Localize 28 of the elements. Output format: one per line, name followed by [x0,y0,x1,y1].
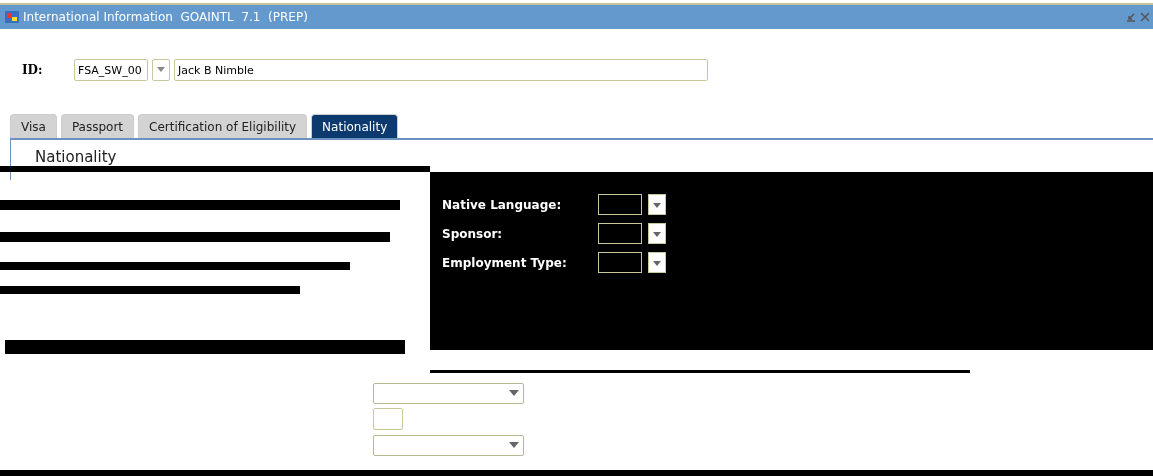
name-field[interactable]: Jack B Nimble [174,59,708,81]
field-label: Native Language: [442,197,563,212]
dropdown-field[interactable] [373,434,524,456]
app-icon [4,9,20,25]
tab[interactable]: Nationality [311,114,399,138]
lookup-button[interactable] [648,223,666,244]
code-field[interactable] [598,194,642,215]
close-icon[interactable] [1140,12,1149,22]
dropdown-arrow-icon [156,66,166,74]
id-label: ID: [22,63,44,77]
section-title: Nationality [35,148,117,166]
minimize-icon[interactable] [1126,12,1136,22]
code-field[interactable] [598,223,642,244]
lookup-button[interactable] [648,194,666,215]
window-title: International Information GOAINTL 7.1 (PREP) [23,10,309,24]
tab[interactable]: Certification of Eligibility [138,114,308,138]
field-label: Employment Type: [442,255,568,270]
dropdown-arrow-icon [509,441,519,449]
id-field[interactable]: FSA_SW_00 [74,59,148,81]
code-field[interactable] [598,252,642,273]
dropdown-arrow-icon [509,389,519,397]
field-label: Sponsor: [442,226,504,241]
dropdown-field[interactable] [373,382,524,404]
lookup-button[interactable] [152,59,170,81]
tab[interactable]: Passport [60,114,135,138]
input-field[interactable] [373,408,403,430]
tab[interactable]: Visa [10,114,57,138]
lookup-button[interactable] [648,252,666,273]
